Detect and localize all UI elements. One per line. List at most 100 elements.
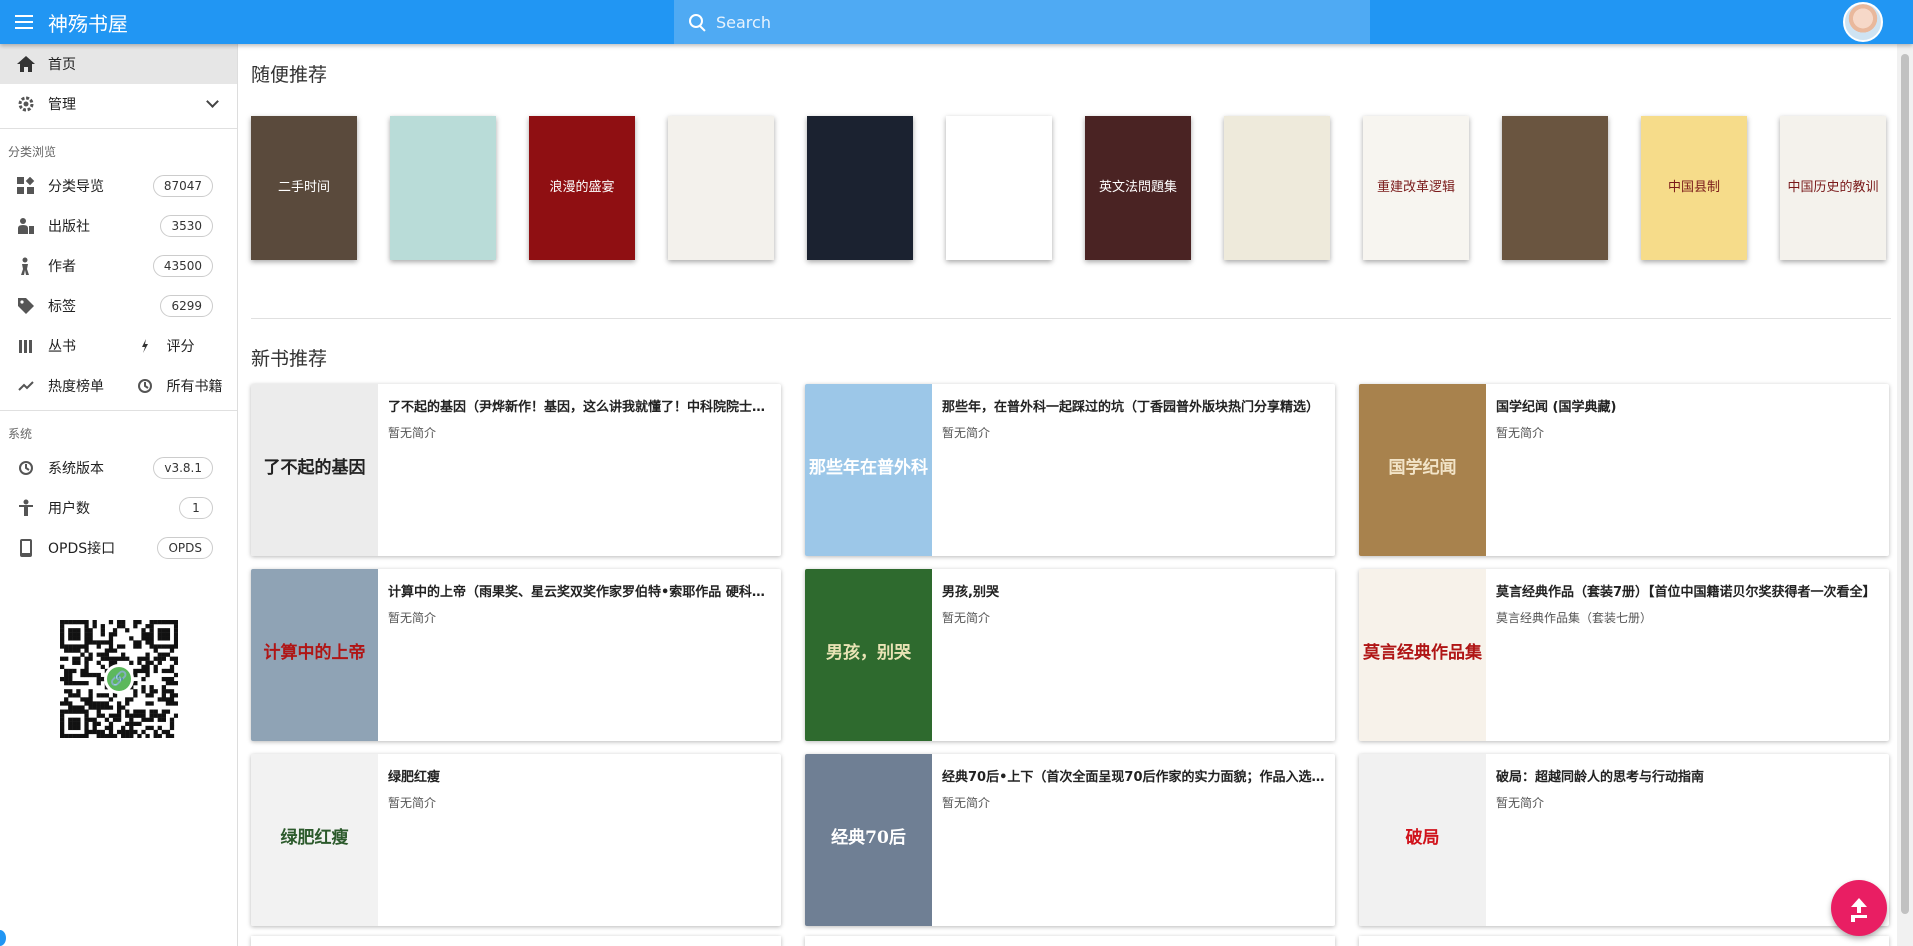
sidebar-item-version[interactable]: 系统版本 v3.8.1 [0, 448, 237, 488]
nav-admin[interactable]: 管理 [0, 84, 237, 124]
book-title[interactable]: 了不起的基因（尹烨新作！基因，这么讲我就懂了！中科院院士杨焕明、中科院院士王小云… [388, 396, 773, 415]
book-card-cover-title: 了不起的基因 [263, 457, 366, 478]
book-card-partial[interactable] [251, 936, 781, 946]
sidebar-item-tags[interactable]: 标签 6299 [0, 286, 237, 326]
book-card[interactable]: 国学纪闻 国学纪闻 (国学典藏) 暂无简介 [1359, 384, 1889, 556]
sidebar-item-label: 标签 [48, 299, 76, 315]
book-card-cover[interactable]: 国学纪闻 [1359, 384, 1486, 556]
book-card-cover[interactable]: 男孩，别哭 [805, 569, 932, 741]
sidebar-item-publishers[interactable]: 出版社 3530 [0, 206, 237, 246]
search-bar[interactable] [674, 0, 1370, 44]
book-card-cover[interactable]: 破局 [1359, 754, 1486, 926]
book-card[interactable]: 破局 破局：超越同龄人的思考与行动指南 暂无简介 [1359, 754, 1889, 926]
book-card[interactable]: 男孩，别哭 男孩,别哭暂无简介 [805, 569, 1335, 741]
book-title[interactable]: 那些年，在普外科一起踩过的坑（丁香园普外版块热门分享精选） [942, 396, 1327, 415]
random-section-title: 随便推荐 [251, 64, 328, 86]
nav-home-label: 首页 [48, 57, 76, 73]
book-description: 暂无简介 [388, 611, 437, 625]
qr-code: 🔗 [60, 620, 179, 739]
gear-icon [16, 94, 36, 114]
book-cover[interactable] [390, 116, 496, 260]
book-description: 暂无简介 [1496, 426, 1545, 440]
book-cover[interactable] [1502, 116, 1608, 260]
book-cover[interactable]: 中国历史的教训 [1780, 116, 1886, 260]
rating-icon [135, 336, 155, 356]
book-title[interactable]: 经典70后•上下（首次全面呈现70后作家的实力面貌；作品入选《人民文学》《收获》… [942, 766, 1327, 785]
sidebar-item-all-books[interactable]: 所有书籍 [119, 366, 238, 406]
avatar[interactable] [1843, 2, 1883, 42]
book-card-cover[interactable]: 经典70后 [805, 754, 932, 926]
history-icon [135, 376, 155, 396]
sidebar-item-authors[interactable]: 作者 43500 [0, 246, 237, 286]
scroll-top-button[interactable] [1831, 880, 1887, 936]
scrollbar[interactable] [1897, 44, 1913, 946]
book-cover-title: 英文法問題集 [1098, 180, 1177, 196]
sidebar-item-rating[interactable]: 评分 [119, 326, 238, 366]
book-card-cover-title: 绿肥红瘦 [280, 827, 349, 848]
main-content: 随便推荐 二手时间 浪漫的盛宴 英文法問題集 重建改革逻辑 中国县制 中国历史的教训 新书… [239, 44, 1895, 946]
book-cover[interactable]: 中国县制 [1641, 116, 1747, 260]
book-card[interactable]: 了不起的基因 了不起的基因（尹烨新作！基因，这么讲我就懂了！中科院院士杨焕明、中科… [251, 384, 781, 556]
book-cover[interactable]: 二手时间 [251, 116, 357, 260]
book-description: 莫言经典作品集（套装七册） [1496, 611, 1653, 625]
book-card-cover-title: 男孩，别哭 [826, 642, 911, 663]
book-card-partial[interactable] [805, 936, 1335, 946]
book-card[interactable]: 莫言经典作品集 莫言经典作品（套装7册）【首位中国籍诺贝尔奖获得者一次看全】莫言经… [1359, 569, 1889, 741]
book-title[interactable]: 男孩,别哭 [942, 581, 1327, 600]
nav-home[interactable]: 首页 [0, 44, 237, 84]
book-cover[interactable] [668, 116, 774, 260]
app-title[interactable]: 神殇书屋 [48, 8, 128, 37]
top-app-bar: 神殇书屋 [0, 0, 1913, 44]
count-badge: v3.8.1 [153, 457, 213, 479]
book-description: 暂无简介 [942, 611, 991, 625]
book-card[interactable]: 经典70后 经典70后•上下（首次全面呈现70后作家的实力面貌；作品入选《人民文学… [805, 754, 1335, 926]
book-cover[interactable]: 浪漫的盛宴 [529, 116, 635, 260]
book-card-cover-title: 经典70后 [831, 827, 906, 848]
book-cover[interactable] [946, 116, 1052, 260]
sidebar-item-opds[interactable]: OPDS接口 OPDS [0, 528, 237, 568]
book-title[interactable]: 莫言经典作品（套装7册）【首位中国籍诺贝尔奖获得者一次看全】 [1496, 581, 1881, 600]
book-cover-title: 二手时间 [277, 180, 330, 196]
search-icon[interactable] [688, 13, 706, 31]
book-title[interactable]: 绿肥红瘦 [388, 766, 773, 785]
book-card-cover[interactable]: 那些年在普外科 [805, 384, 932, 556]
book-description: 暂无简介 [388, 426, 437, 440]
book-cover-title: 中国历史的教训 [1787, 180, 1879, 196]
book-card-cover[interactable]: 计算中的上帝 [251, 569, 378, 741]
count-badge: 43500 [152, 255, 213, 277]
book-card-cover[interactable]: 莫言经典作品集 [1359, 569, 1486, 741]
history-icon [16, 458, 36, 478]
book-title[interactable]: 计算中的上帝（雨果奖、星云奖双奖作家罗伯特•索耶作品 硬科幻经典） [388, 581, 773, 600]
book-card[interactable]: 绿肥红瘦 绿肥红瘦 暂无简介 [251, 754, 781, 926]
sidebar-item-categories[interactable]: 分类导览 87047 [0, 166, 237, 206]
chevron-down-icon[interactable] [206, 95, 219, 108]
book-description: 暂无简介 [942, 796, 991, 810]
book-card-cover[interactable]: 绿肥红瘦 [251, 754, 378, 926]
sidebar-item-users[interactable]: 用户数 1 [0, 488, 237, 528]
book-card-partial[interactable] [1359, 936, 1889, 946]
book-card[interactable]: 那些年在普外科 那些年，在普外科一起踩过的坑（丁香园普外版块热门分享精选） 暂无简介 [805, 384, 1335, 556]
sidebar-item-label: 热度榜单 [48, 379, 104, 395]
count-badge: OPDS [157, 537, 213, 559]
sidebar-item-label: 分类导览 [48, 179, 104, 195]
book-cover[interactable]: 英文法問題集 [1085, 116, 1191, 260]
book-card[interactable]: 计算中的上帝 计算中的上帝（雨果奖、星云奖双奖作家罗伯特•索耶作品 硬科幻经典） 暂… [251, 569, 781, 741]
browse-header: 分类浏览 [8, 145, 57, 159]
book-cover[interactable] [1224, 116, 1330, 260]
menu-icon[interactable] [6, 4, 42, 40]
system-header: 系统 [8, 427, 33, 441]
book-title[interactable]: 国学纪闻 (国学典藏) [1496, 396, 1881, 415]
sidebar-item-label: 评分 [166, 339, 195, 355]
count-badge: 1 [179, 497, 213, 519]
divider [0, 410, 237, 411]
trending-icon [16, 376, 36, 396]
book-cover[interactable]: 重建改革逻辑 [1363, 116, 1469, 260]
sidebar-item-series[interactable]: 丛书 [0, 326, 119, 366]
book-card-cover[interactable]: 了不起的基因 [251, 384, 378, 556]
book-cover[interactable] [807, 116, 913, 260]
sidebar-item-hot[interactable]: 热度榜单 [0, 366, 119, 406]
book-title[interactable]: 破局：超越同龄人的思考与行动指南 [1496, 766, 1881, 785]
search-input[interactable] [716, 12, 1370, 32]
side-indicator [0, 930, 6, 946]
phone-icon [16, 538, 36, 558]
